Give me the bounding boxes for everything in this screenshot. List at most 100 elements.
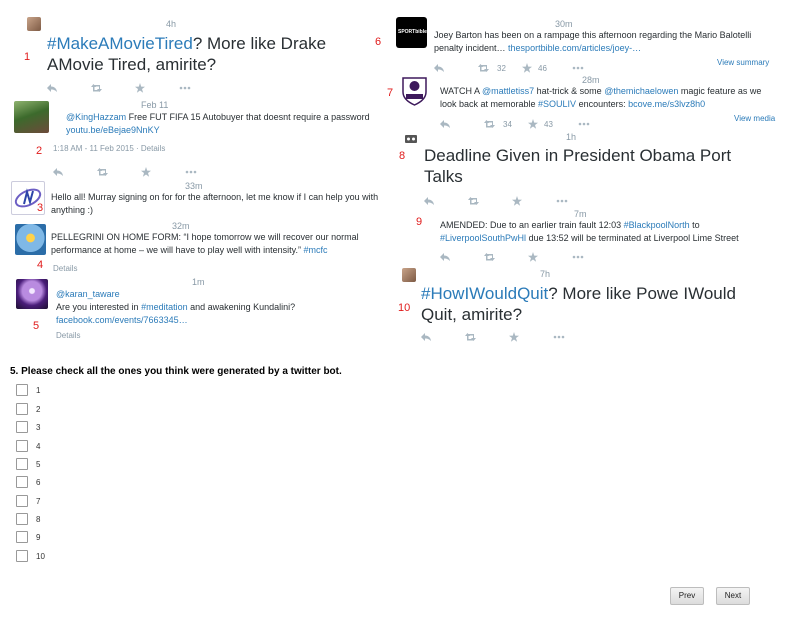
- option-9[interactable]: 9: [16, 531, 40, 543]
- tweet-time[interactable]: Feb 11: [141, 100, 168, 110]
- favorite-icon: [512, 196, 522, 206]
- option-4[interactable]: 4: [16, 440, 40, 452]
- avatar[interactable]: [15, 224, 46, 255]
- url-link[interactable]: youtu.be/eBejae9NnKY: [66, 125, 160, 135]
- hashtag-link[interactable]: #MakeAMovieTired: [47, 34, 193, 53]
- option-7[interactable]: 7: [16, 495, 40, 507]
- hashtag-link[interactable]: #mcfc: [303, 245, 327, 255]
- details-link[interactable]: Details: [53, 264, 77, 273]
- tweet-time[interactable]: 1h: [566, 132, 576, 142]
- prev-button[interactable]: Prev: [670, 587, 704, 605]
- more-button[interactable]: [185, 170, 229, 174]
- favorite-button[interactable]: 43: [528, 119, 578, 129]
- checkbox[interactable]: [16, 531, 28, 543]
- more-button[interactable]: [572, 255, 616, 259]
- checkbox[interactable]: [16, 513, 28, 525]
- retweet-button[interactable]: 34: [484, 120, 528, 129]
- tweet-time[interactable]: 32m: [172, 221, 190, 231]
- url-link[interactable]: thesportbible.com/articles/joey-…: [508, 43, 641, 53]
- reply-button[interactable]: [424, 197, 468, 205]
- more-button[interactable]: [578, 122, 622, 126]
- mention-link[interactable]: @karan_taware: [56, 289, 120, 299]
- checkbox[interactable]: [16, 476, 28, 488]
- reply-button[interactable]: [421, 333, 465, 341]
- tweet-time[interactable]: 7m: [574, 209, 587, 219]
- reply-button[interactable]: [47, 84, 91, 92]
- view-summary-link[interactable]: View summary: [717, 58, 769, 67]
- checkbox[interactable]: [16, 458, 28, 470]
- more-button[interactable]: [572, 66, 616, 70]
- favorite-button[interactable]: [135, 83, 179, 93]
- tweet-time[interactable]: 28m: [582, 75, 600, 85]
- retweet-button[interactable]: [97, 168, 141, 176]
- view-media-link[interactable]: View media: [734, 114, 775, 123]
- url-link[interactable]: facebook.com/events/7663345…: [56, 315, 188, 325]
- reply-button[interactable]: [434, 64, 478, 72]
- more-button[interactable]: [179, 86, 223, 90]
- avatar[interactable]: SPORTbible: [396, 17, 427, 48]
- avatar[interactable]: [402, 268, 416, 282]
- mention-link[interactable]: @themichaelowen: [604, 86, 678, 96]
- retweet-button[interactable]: [484, 253, 528, 261]
- option-1[interactable]: 1: [16, 384, 40, 396]
- tweet-actions: [47, 82, 223, 94]
- tweet-time[interactable]: 4h: [166, 19, 176, 29]
- avatar[interactable]: [399, 75, 430, 106]
- favorite-button[interactable]: [512, 196, 556, 206]
- favorite-button[interactable]: [509, 332, 553, 342]
- more-button[interactable]: [556, 199, 600, 203]
- checkbox[interactable]: [16, 495, 28, 507]
- hashtag-link[interactable]: #BlackpoolNorth: [624, 220, 690, 230]
- tweet-time[interactable]: 7h: [540, 269, 550, 279]
- favorite-button[interactable]: [141, 167, 185, 177]
- robot-icon: [405, 135, 417, 143]
- avatar[interactable]: [403, 132, 419, 144]
- hashtag-link[interactable]: #SOULIV: [538, 99, 576, 109]
- avatar[interactable]: [14, 101, 49, 133]
- avatar[interactable]: [16, 279, 48, 309]
- tweet-body: to: [689, 220, 700, 230]
- tweet-date[interactable]: 1:18 AM - 11 Feb 2015: [53, 144, 134, 153]
- checkbox[interactable]: [16, 384, 28, 396]
- mention-link[interactable]: @mattletiss7: [482, 86, 534, 96]
- more-button[interactable]: [553, 335, 597, 339]
- checkbox[interactable]: [16, 403, 28, 415]
- tweet-time[interactable]: 1m: [192, 277, 205, 287]
- favorite-button[interactable]: [528, 252, 572, 262]
- checkbox[interactable]: [16, 440, 28, 452]
- retweet-button[interactable]: [468, 197, 512, 205]
- details-link[interactable]: Details: [56, 331, 80, 340]
- checkbox[interactable]: [16, 421, 28, 433]
- next-button[interactable]: Next: [716, 587, 750, 605]
- checkbox[interactable]: [16, 550, 28, 562]
- reply-button[interactable]: [53, 168, 97, 176]
- retweet-button[interactable]: [91, 84, 135, 92]
- details-link[interactable]: Details: [141, 144, 165, 153]
- option-5[interactable]: 5: [16, 458, 40, 470]
- tweet-time[interactable]: 33m: [185, 181, 203, 191]
- favorite-button[interactable]: 46: [522, 63, 572, 73]
- tweet-body: due 13:52 will be terminated at Liverpoo…: [526, 233, 739, 243]
- mention-link[interactable]: @KingHazzam: [66, 112, 126, 122]
- option-label: 2: [36, 404, 41, 414]
- retweet-icon: [97, 168, 108, 176]
- hashtag-link[interactable]: #HowIWouldQuit: [421, 284, 548, 303]
- hashtag-link[interactable]: #meditation: [141, 302, 188, 312]
- option-8[interactable]: 8: [16, 513, 40, 525]
- url-link[interactable]: bcove.me/s3lvz8h0: [628, 99, 705, 109]
- reply-button[interactable]: [440, 253, 484, 261]
- hashtag-link[interactable]: #LiverpoolSouthPwHl: [440, 233, 526, 243]
- retweet-icon: [91, 84, 102, 92]
- retweet-button[interactable]: [465, 333, 509, 341]
- tweet-time[interactable]: 30m: [555, 19, 573, 29]
- retweet-button[interactable]: 32: [478, 64, 522, 73]
- avatar[interactable]: [27, 17, 41, 31]
- option-2[interactable]: 2: [16, 403, 40, 415]
- reply-button[interactable]: [440, 120, 484, 128]
- option-6[interactable]: 6: [16, 476, 40, 488]
- option-3[interactable]: 3: [16, 421, 40, 433]
- tweet-text: #HowIWouldQuit? More like Powe IWould Qu…: [421, 283, 766, 325]
- option-10[interactable]: 10: [16, 550, 45, 562]
- tweet-actions: [53, 166, 229, 178]
- favorite-count: 46: [538, 63, 547, 73]
